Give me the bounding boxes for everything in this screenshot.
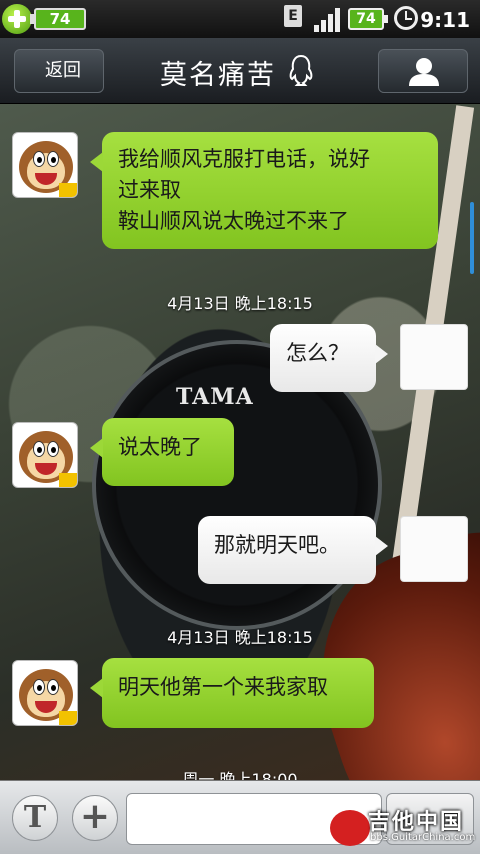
- message-line: 明天他第一个来我家取: [118, 675, 328, 699]
- incoming-message[interactable]: 说太晚了: [90, 418, 234, 486]
- drum-logo: TAMA: [176, 384, 254, 410]
- outgoing-message[interactable]: 那就明天吧。: [198, 516, 388, 584]
- qq-penguin-icon: [289, 54, 313, 86]
- battery-indicator-left: 74: [30, 8, 86, 30]
- guitarchina-logo-icon: [330, 810, 370, 846]
- chat-title: 莫名痛苦: [160, 60, 276, 91]
- message-line: 说太晚了: [118, 435, 202, 459]
- message-timestamp: 4月13日 晚上18:15: [167, 628, 313, 647]
- message-line: 我给顺风克服打电话，说好: [118, 147, 370, 171]
- outgoing-message[interactable]: 怎么？: [270, 324, 388, 392]
- alarm-icon: [394, 6, 418, 30]
- signal-icon: [314, 6, 344, 32]
- title-bar: 返回 莫名痛苦: [0, 38, 480, 104]
- incoming-message[interactable]: 明天他第一个来我家取: [90, 658, 374, 728]
- contact-avatar[interactable]: [12, 132, 78, 198]
- plus-button[interactable]: +: [72, 795, 118, 841]
- message-line: 鞍山顺风说太晚过不来了: [118, 209, 349, 233]
- person-icon: [409, 58, 439, 86]
- edge-network-icon: E: [284, 5, 302, 27]
- watermark: 吉他中国 bbs.GuitarChina.com: [330, 808, 480, 854]
- battery-icon: 74: [348, 8, 388, 30]
- message-line: 怎么？: [286, 341, 349, 365]
- message-line: 过来取: [118, 178, 181, 202]
- chat-scrollbar[interactable]: [470, 202, 474, 274]
- watermark-url: bbs.GuitarChina.com: [370, 832, 476, 843]
- status-bar: 74 E 74 9:11: [0, 0, 480, 38]
- self-avatar[interactable]: [400, 324, 468, 390]
- contact-avatar[interactable]: [12, 422, 78, 488]
- qq-plus-icon: [2, 4, 32, 34]
- back-button[interactable]: 返回: [14, 49, 104, 93]
- message-timestamp: 4月13日 晚上18:15: [167, 294, 313, 313]
- self-avatar[interactable]: [400, 516, 468, 582]
- chat-area[interactable]: TAMA 我给顺风克服打电话，说好 过来取 鞍山顺风说太晚过不来了 4月13日 …: [0, 104, 480, 780]
- message-line: 那就明天吧。: [214, 533, 340, 557]
- profile-button[interactable]: [378, 49, 468, 93]
- incoming-message[interactable]: 我给顺风克服打电话，说好 过来取 鞍山顺风说太晚过不来了: [90, 132, 438, 249]
- status-time: 9:11: [420, 8, 470, 32]
- text-mode-button[interactable]: T: [12, 795, 58, 841]
- message-timestamp: 周一 晚上18:00: [182, 770, 298, 780]
- contact-avatar[interactable]: [12, 660, 78, 726]
